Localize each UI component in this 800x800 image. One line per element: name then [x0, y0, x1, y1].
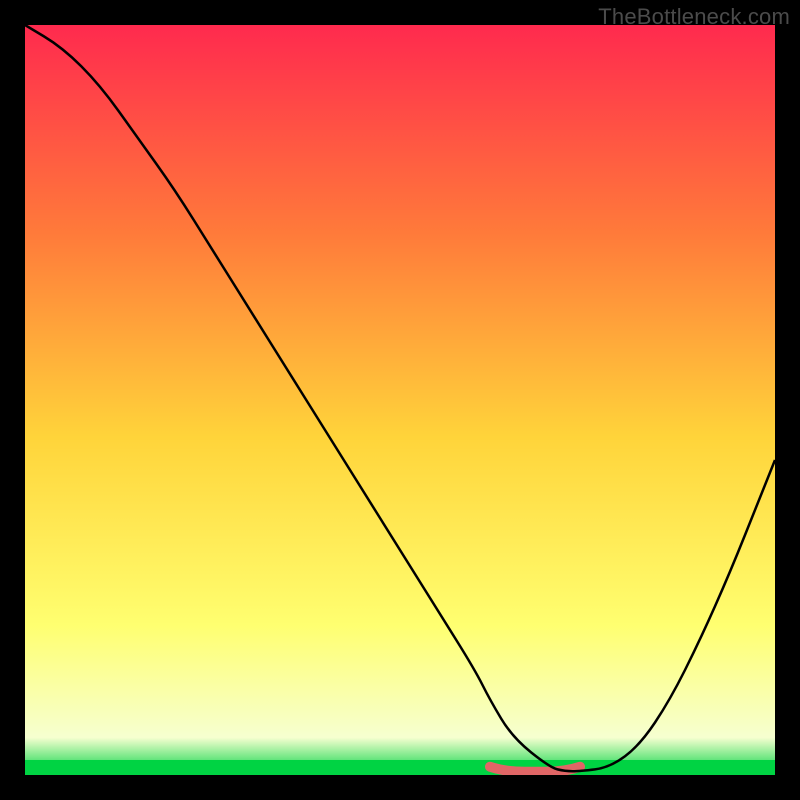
chart-container: TheBottleneck.com	[0, 0, 800, 800]
chart-svg	[25, 25, 775, 775]
plot-area	[25, 25, 775, 775]
green-bottom-band	[25, 760, 775, 775]
watermark-text: TheBottleneck.com	[598, 4, 790, 30]
